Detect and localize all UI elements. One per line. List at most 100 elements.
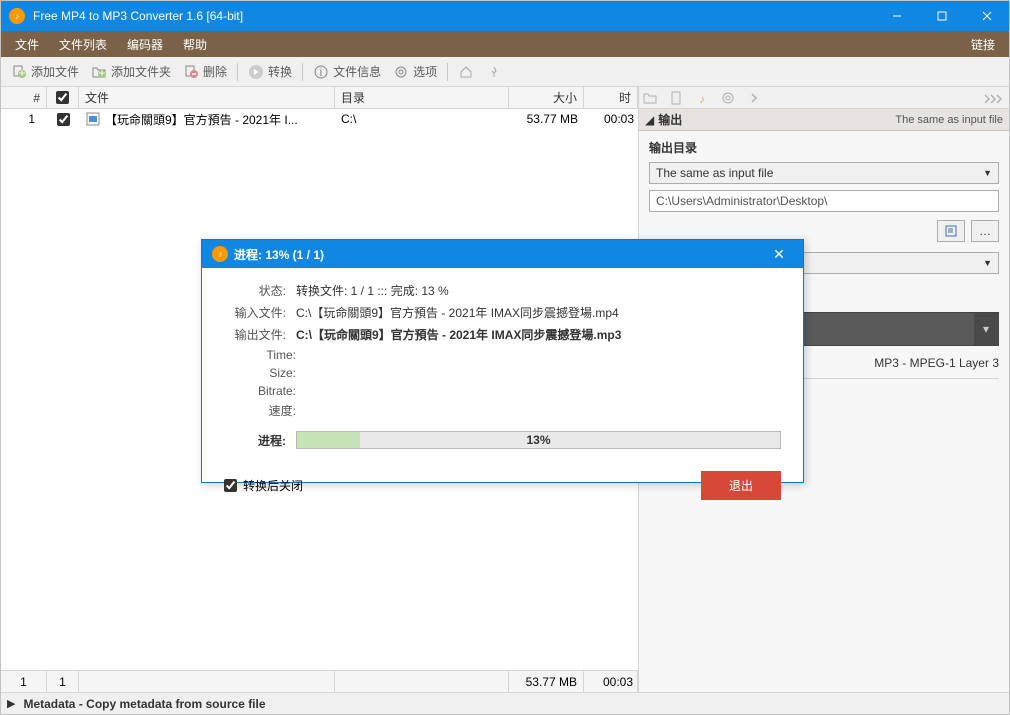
minimize-button[interactable] — [874, 1, 919, 31]
maximize-button[interactable] — [919, 1, 964, 31]
add-folder-icon: + — [91, 64, 107, 80]
gear-small-icon[interactable] — [721, 91, 735, 105]
bitrate-label: Bitrate: — [256, 384, 296, 398]
info-icon: i — [313, 64, 329, 80]
size-label: Size: — [256, 366, 296, 380]
row-checkbox[interactable] — [57, 113, 70, 126]
add-file-icon: + — [11, 64, 27, 80]
chevron-right-icon[interactable] — [747, 91, 761, 105]
statusbar-text: Metadata - Copy metadata from source fil… — [23, 697, 265, 711]
col-num[interactable]: # — [1, 87, 47, 108]
options-button[interactable]: 选项 — [387, 59, 443, 84]
col-time[interactable]: 时 — [584, 87, 638, 108]
statusbar-arrow-icon[interactable]: ▶ — [7, 697, 15, 710]
row-num: 1 — [1, 110, 47, 128]
menu-link[interactable]: 链接 — [961, 32, 1005, 57]
toolbar: + 添加文件 + 添加文件夹 删除 转换 i 文件信息 选项 — [1, 57, 1009, 87]
col-check[interactable] — [47, 87, 79, 108]
chevron-down-icon: ▼ — [983, 258, 992, 268]
home-button[interactable] — [452, 60, 480, 84]
output-dir-dropdown[interactable]: The same as input file ▼ — [649, 162, 999, 184]
progress-percent: 13% — [297, 432, 780, 448]
chevron-down-icon: ▼ — [983, 168, 992, 178]
input-label: 输入文件: — [224, 304, 296, 321]
progress-dialog: ♪ 进程: 13% (1 / 1) ✕ 状态:转换文件: 1 / 1 ::: 完… — [201, 239, 804, 483]
dialog-titlebar: ♪ 进程: 13% (1 / 1) ✕ — [202, 240, 803, 268]
dialog-close-button[interactable]: ✕ — [759, 246, 799, 263]
pin-button[interactable] — [480, 60, 508, 84]
play-icon — [248, 64, 264, 80]
grid-header: # 文件 目录 大小 时 — [1, 87, 638, 109]
output-subtext: The same as input file — [895, 114, 1003, 126]
app-icon: ♪ — [9, 8, 25, 24]
add-folder-label: 添加文件夹 — [111, 63, 171, 80]
output-dir-label: 输出目录 — [649, 139, 999, 156]
footer-size: 53.77 MB — [509, 671, 584, 692]
more-button[interactable]: … — [971, 220, 999, 242]
col-file[interactable]: 文件 — [79, 87, 335, 108]
footer-count2: 1 — [47, 671, 79, 692]
window-title: Free MP4 to MP3 Converter 1.6 [64-bit] — [33, 9, 874, 23]
exit-button[interactable]: 退出 — [701, 471, 781, 500]
add-file-label: 添加文件 — [31, 63, 79, 80]
svg-text:+: + — [18, 66, 25, 80]
folder-icon[interactable] — [643, 91, 657, 105]
browse-folder-button[interactable] — [937, 220, 965, 242]
table-row[interactable]: 1 【玩命關頭9】官方預告 - 2021年 I... C:\ 53.77 MB … — [1, 109, 638, 129]
close-after-checkbox-label[interactable]: 转换后关闭 — [224, 477, 303, 494]
svg-text:i: i — [320, 65, 323, 79]
file-icon[interactable] — [669, 91, 683, 105]
footer-time: 00:03 — [584, 671, 638, 692]
add-folder-button[interactable]: + 添加文件夹 — [85, 59, 177, 84]
progress-bar: 13% — [296, 431, 781, 449]
dialog-body: 状态:转换文件: 1 / 1 ::: 完成: 13 % 输入文件:C:\【玩命關… — [202, 268, 803, 459]
delete-label: 删除 — [203, 63, 227, 80]
pin-icon — [486, 64, 502, 80]
row-size: 53.77 MB — [509, 110, 584, 128]
delete-button[interactable]: 删除 — [177, 59, 233, 84]
fileinfo-label: 文件信息 — [333, 63, 381, 80]
dialog-app-icon: ♪ — [212, 246, 228, 262]
speed-label: 速度: — [256, 402, 296, 419]
fileinfo-button[interactable]: i 文件信息 — [307, 59, 387, 84]
gear-icon — [393, 64, 409, 80]
menubar: 文件 文件列表 编码器 帮助 链接 — [1, 31, 1009, 57]
chevron-down-icon: ▾ — [974, 313, 998, 345]
col-size[interactable]: 大小 — [509, 87, 584, 108]
status-value: 转换文件: 1 / 1 ::: 完成: 13 % — [296, 282, 781, 299]
output-section-header[interactable]: ◢ 输出 The same as input file — [639, 109, 1009, 131]
menu-help[interactable]: 帮助 — [173, 32, 217, 57]
menu-file[interactable]: 文件 — [5, 32, 49, 57]
output-path-field[interactable]: C:\Users\Administrator\Desktop\ — [649, 190, 999, 212]
close-button[interactable] — [964, 1, 1009, 31]
input-value: C:\【玩命關頭9】官方預告 - 2021年 IMAX同步震撼登場.mp4 — [296, 304, 781, 321]
right-toolbar: ♪ — [639, 87, 1009, 109]
convert-label: 转换 — [268, 63, 292, 80]
video-file-icon — [85, 111, 101, 127]
time-label: Time: — [256, 348, 296, 362]
footer-count1: 1 — [1, 671, 47, 692]
add-file-button[interactable]: + 添加文件 — [5, 59, 85, 84]
grid-footer: 1 1 53.77 MB 00:03 — [1, 670, 638, 692]
header-checkbox[interactable] — [56, 91, 69, 104]
convert-button[interactable]: 转换 — [242, 59, 298, 84]
output-label: 输出文件: — [224, 326, 296, 343]
music-note-icon[interactable]: ♪ — [695, 91, 709, 105]
progress-label: 进程: — [224, 432, 296, 449]
options-label: 选项 — [413, 63, 437, 80]
dialog-title: 进程: 13% (1 / 1) — [234, 246, 759, 263]
menu-encoder[interactable]: 编码器 — [117, 32, 173, 57]
statusbar: ▶ Metadata - Copy metadata from source f… — [1, 692, 1009, 714]
close-after-checkbox[interactable] — [224, 479, 237, 492]
expand-icon[interactable] — [983, 93, 1005, 103]
delete-icon — [183, 64, 199, 80]
svg-text:+: + — [99, 66, 106, 80]
row-file: 【玩命關頭9】官方預告 - 2021年 I... — [79, 109, 335, 130]
menu-filelist[interactable]: 文件列表 — [49, 32, 117, 57]
row-time: 00:03 — [584, 110, 638, 128]
dialog-footer: 转换后关闭 退出 — [202, 459, 803, 512]
svg-text:♪: ♪ — [699, 92, 705, 105]
col-dir[interactable]: 目录 — [335, 87, 509, 108]
collapse-arrow-icon: ◢ — [645, 113, 654, 127]
row-dir: C:\ — [335, 110, 509, 128]
